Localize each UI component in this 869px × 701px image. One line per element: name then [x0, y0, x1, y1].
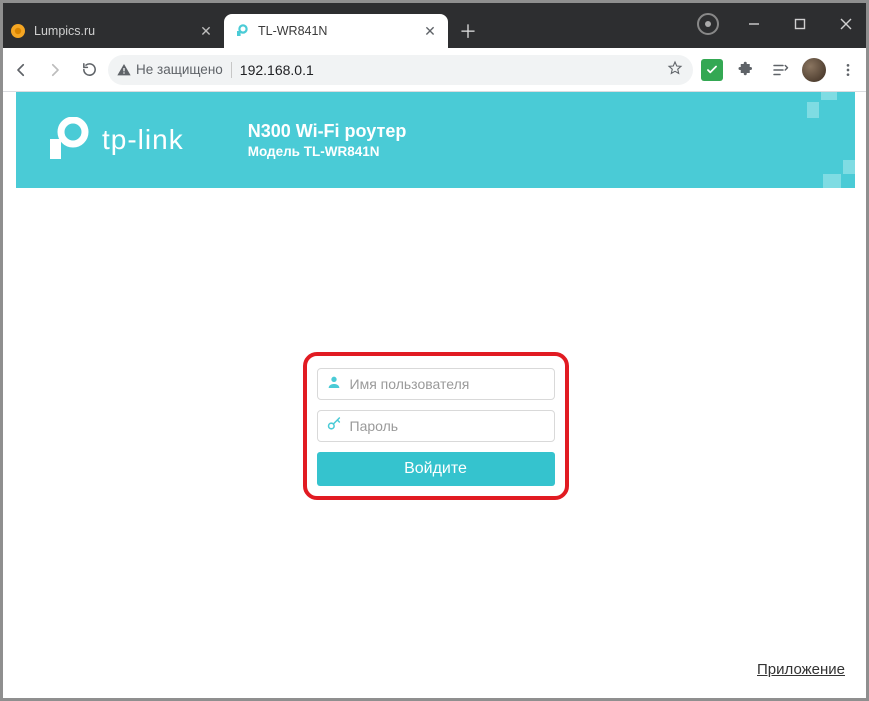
nav-reload-button[interactable] — [74, 55, 104, 85]
brand-block: tp-link — [44, 117, 184, 163]
username-input[interactable] — [350, 376, 546, 392]
username-field-wrapper — [317, 368, 555, 400]
omnibox-separator — [231, 62, 232, 78]
page-content: tp-link N300 Wi-Fi роутер Модель TL-WR84… — [16, 92, 855, 684]
omnibox[interactable]: Не защищено 192.168.0.1 — [108, 55, 693, 85]
tab-label: Lumpics.ru — [34, 24, 190, 38]
model-block: N300 Wi-Fi роутер Модель TL-WR841N — [248, 121, 407, 159]
window-close-button[interactable] — [823, 0, 869, 48]
key-icon — [326, 416, 342, 437]
password-field-wrapper — [317, 410, 555, 442]
warning-icon — [116, 62, 132, 78]
security-label: Не защищено — [136, 62, 223, 77]
favicon-lumpics — [10, 23, 26, 39]
profile-avatar[interactable] — [799, 55, 829, 85]
app-link[interactable]: Приложение — [757, 661, 845, 678]
close-icon[interactable]: ✕ — [422, 23, 438, 39]
browser-menu-button[interactable] — [833, 55, 863, 85]
bookmark-star-icon[interactable] — [667, 60, 685, 79]
nav-forward-button[interactable] — [40, 55, 70, 85]
window-minimize-button[interactable] — [731, 0, 777, 48]
new-tab-button[interactable]: ＋ — [454, 17, 482, 45]
hero-banner: tp-link N300 Wi-Fi роутер Модель TL-WR84… — [16, 92, 855, 188]
brand-name: tp-link — [102, 124, 184, 156]
extensions-puzzle-icon[interactable] — [731, 55, 761, 85]
browser-titlebar: Lumpics.ru ✕ TL-WR841N ✕ ＋ — [0, 0, 869, 48]
login-form: Войдите — [303, 352, 569, 500]
hero-ornament-icon — [823, 160, 855, 188]
reading-list-icon[interactable] — [765, 55, 795, 85]
password-input[interactable] — [350, 418, 546, 434]
user-icon — [326, 374, 342, 395]
hero-title: N300 Wi-Fi роутер — [248, 121, 407, 142]
security-status: Не защищено — [116, 62, 223, 78]
tplink-logo-icon — [44, 117, 90, 163]
hero-ornament-icon — [807, 92, 837, 118]
browser-toolbar: Не защищено 192.168.0.1 — [0, 48, 869, 92]
extension-check-icon[interactable] — [697, 55, 727, 85]
close-icon[interactable]: ✕ — [198, 23, 214, 39]
favicon-tplink — [234, 23, 250, 39]
login-button[interactable]: Войдите — [317, 452, 555, 486]
window-maximize-button[interactable] — [777, 0, 823, 48]
nav-back-button[interactable] — [6, 55, 36, 85]
tab-lumpics[interactable]: Lumpics.ru ✕ — [0, 14, 224, 48]
omnibox-url: 192.168.0.1 — [240, 62, 659, 78]
hero-subtitle: Модель TL-WR841N — [248, 144, 407, 159]
media-control-icon[interactable] — [697, 13, 719, 35]
tab-label: TL-WR841N — [258, 24, 414, 38]
tab-tlwr841n[interactable]: TL-WR841N ✕ — [224, 14, 448, 48]
